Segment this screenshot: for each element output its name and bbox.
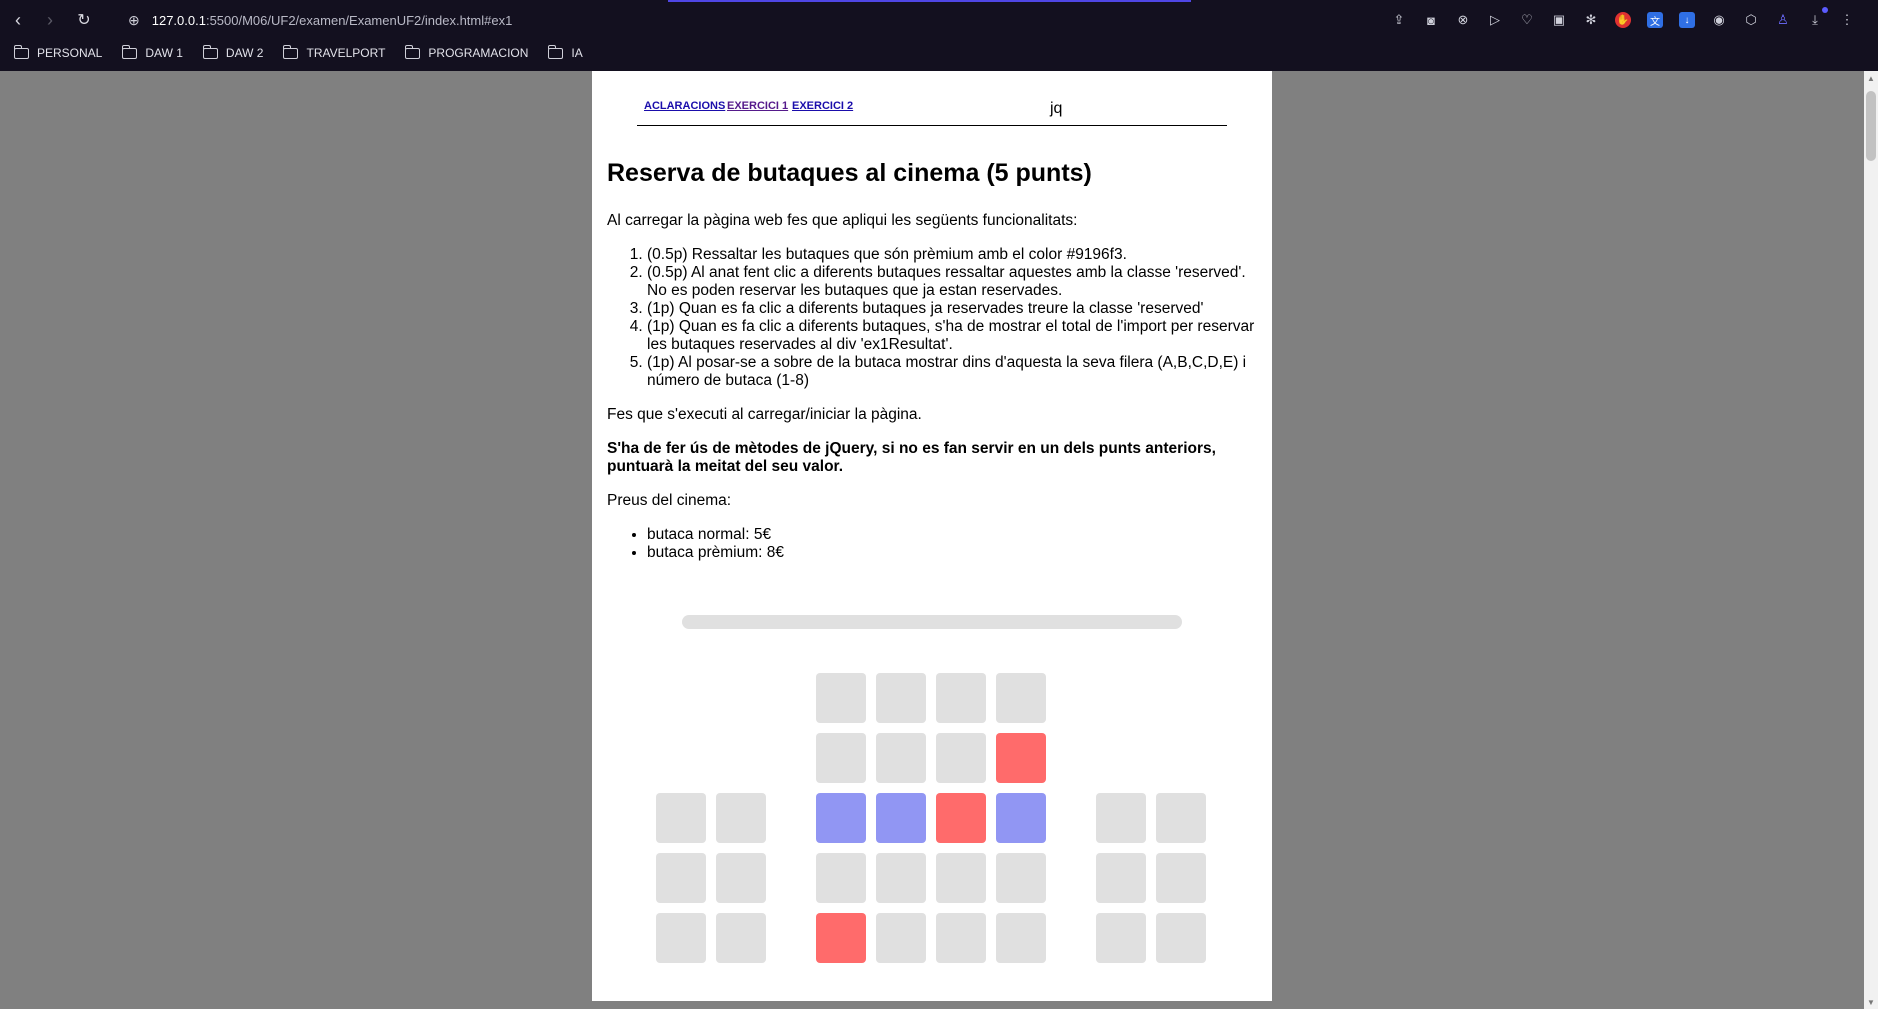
folder-icon <box>13 44 29 59</box>
page-content: ACLARACIONS EXERCICI 1 EXERCICI 2 jq Res… <box>592 71 1272 1001</box>
list-item: butaca prèmium: 8€ <box>647 544 1257 562</box>
seat-reserved[interactable] <box>996 733 1046 783</box>
seat-reserved[interactable] <box>816 913 866 963</box>
browser-toolbar: ‹ › ↻ ⊕ 127.0.0.1:5500/M06/UF2/examen/Ex… <box>0 0 1878 40</box>
price-list: butaca normal: 5€ butaca prèmium: 8€ <box>607 526 1257 562</box>
seat-normal[interactable] <box>936 853 986 903</box>
seat-normal[interactable] <box>816 853 866 903</box>
seat-normal[interactable] <box>1156 913 1206 963</box>
seat-normal[interactable] <box>876 673 926 723</box>
seat-normal[interactable] <box>816 673 866 723</box>
download-extension-icon[interactable]: ↓ <box>1676 9 1698 31</box>
back-icon[interactable]: ‹ <box>7 9 29 31</box>
share-icon[interactable]: ⇪ <box>1388 9 1410 31</box>
seat-normal[interactable] <box>936 913 986 963</box>
seat-normal[interactable] <box>936 733 986 783</box>
folder-icon <box>283 44 299 59</box>
seat-normal[interactable] <box>876 853 926 903</box>
url-path: :5500/M06/UF2/examen/ExamenUF2/index.htm… <box>205 12 513 28</box>
execute-note: Fes que s'executi al carregar/iniciar la… <box>607 406 922 423</box>
nav-label: jq <box>1050 100 1063 117</box>
seat-normal[interactable] <box>996 673 1046 723</box>
translate-icon[interactable]: 文 <box>1644 9 1666 31</box>
reload-icon[interactable]: ↻ <box>73 9 95 31</box>
seat-normal[interactable] <box>996 913 1046 963</box>
folder-icon <box>548 44 564 59</box>
seat-normal[interactable] <box>716 793 766 843</box>
camera-icon[interactable]: ◙ <box>1420 9 1442 31</box>
block-icon[interactable]: ⊗ <box>1452 9 1474 31</box>
seat-normal[interactable] <box>656 913 706 963</box>
jquery-note: S'ha de fer ús de mètodes de jQuery, si … <box>607 440 1216 475</box>
bookmark-folder[interactable]: IA <box>548 44 583 60</box>
exercise-content: Reserva de butaques al cinema (5 punts) … <box>607 158 1257 578</box>
task-list: (0.5p) Ressaltar les butaques que són pr… <box>607 246 1257 390</box>
seat-normal[interactable] <box>1096 853 1146 903</box>
scroll-up-icon[interactable]: ▲ <box>1864 71 1878 85</box>
profile-icon[interactable]: ♙ <box>1772 9 1794 31</box>
seat-normal[interactable] <box>876 733 926 783</box>
page-title: Reserva de butaques al cinema (5 punts) <box>607 159 1092 187</box>
heart-icon[interactable]: ♡ <box>1516 9 1538 31</box>
record-icon[interactable]: ◉ <box>1708 9 1730 31</box>
seat-normal[interactable] <box>816 733 866 783</box>
prices-title: Preus del cinema: <box>607 492 732 509</box>
list-item: (0.5p) Al anat fent clic a diferents but… <box>647 264 1257 300</box>
bookmark-folder[interactable]: DAW 2 <box>202 44 263 60</box>
downloads-icon[interactable]: ⤓ <box>1804 7 1828 31</box>
seat-normal[interactable] <box>716 913 766 963</box>
top-nav: ACLARACIONS EXERCICI 1 EXERCICI 2 jq <box>637 90 1227 126</box>
seat-normal[interactable] <box>936 673 986 723</box>
nav-link-exercici-1[interactable]: EXERCICI 1 <box>727 100 788 112</box>
nav-link-exercici-2[interactable]: EXERCICI 2 <box>792 100 853 112</box>
scroll-down-icon[interactable]: ▼ <box>1864 995 1878 1009</box>
seat-normal[interactable] <box>1156 793 1206 843</box>
seat-normal[interactable] <box>1156 853 1206 903</box>
seat-normal[interactable] <box>996 853 1046 903</box>
intro-text: Al carregar la pàgina web fes que apliqu… <box>607 212 1078 229</box>
globe-icon: ⊕ <box>128 11 140 28</box>
scrollbar-thumb[interactable] <box>1866 91 1876 161</box>
folder-icon <box>202 44 218 59</box>
bookmarks-bar: PERSONAL DAW 1 DAW 2 TRAVELPORT PROGRAMA… <box>13 42 583 64</box>
gamepad-icon[interactable]: ▣ <box>1548 9 1570 31</box>
react-icon[interactable]: ✻ <box>1580 9 1602 31</box>
cube-icon[interactable]: ⬡ <box>1740 9 1762 31</box>
folder-icon <box>405 44 421 59</box>
list-item: butaca normal: 5€ <box>647 526 1257 544</box>
bookmark-folder[interactable]: TRAVELPORT <box>283 44 385 60</box>
folder-icon <box>121 44 138 59</box>
address-bar[interactable]: ⊕ 127.0.0.1:5500/M06/UF2/examen/ExamenUF… <box>128 9 512 31</box>
list-item: (1p) Quan es fa clic a diferents butaque… <box>647 318 1257 354</box>
seat-normal[interactable] <box>716 853 766 903</box>
hand-extension-icon[interactable]: ✋ <box>1612 9 1634 31</box>
nav-link-aclaracions[interactable]: ACLARACIONS <box>644 100 725 112</box>
list-item: (1p) Al posar-se a sobre de la butaca mo… <box>647 354 1257 390</box>
seat-normal[interactable] <box>1096 793 1146 843</box>
seat-premium[interactable] <box>816 793 866 843</box>
seat-premium[interactable] <box>996 793 1046 843</box>
menu-icon[interactable]: ⋮ <box>1836 9 1858 31</box>
seat-normal[interactable] <box>656 853 706 903</box>
seat-reserved[interactable] <box>936 793 986 843</box>
list-item: (1p) Quan es fa clic a diferents butaque… <box>647 300 1257 318</box>
seat-normal[interactable] <box>656 793 706 843</box>
bookmark-folder[interactable]: PROGRAMACION <box>405 44 528 60</box>
extensions-bar: ⇪ ◙ ⊗ ▷ ♡ ▣ ✻ ✋ 文 ↓ ◉ ⬡ ♙ ⤓ ⋮ <box>1388 7 1858 31</box>
seat-normal[interactable] <box>1096 913 1146 963</box>
scrollbar[interactable]: ▲ ▼ <box>1864 71 1878 1009</box>
cinema-screen <box>682 615 1182 629</box>
url-host: 127.0.0.1 <box>151 12 206 28</box>
bookmark-folder[interactable]: PERSONAL <box>13 44 102 60</box>
send-icon[interactable]: ▷ <box>1484 9 1506 31</box>
bookmark-folder[interactable]: DAW 1 <box>121 44 183 60</box>
forward-icon[interactable]: › <box>39 9 61 31</box>
seat-normal[interactable] <box>876 913 926 963</box>
list-item: (0.5p) Ressaltar les butaques que són pr… <box>647 246 1257 264</box>
browser-chrome: ‹ › ↻ ⊕ 127.0.0.1:5500/M06/UF2/examen/Ex… <box>0 0 1878 71</box>
seat-premium[interactable] <box>876 793 926 843</box>
